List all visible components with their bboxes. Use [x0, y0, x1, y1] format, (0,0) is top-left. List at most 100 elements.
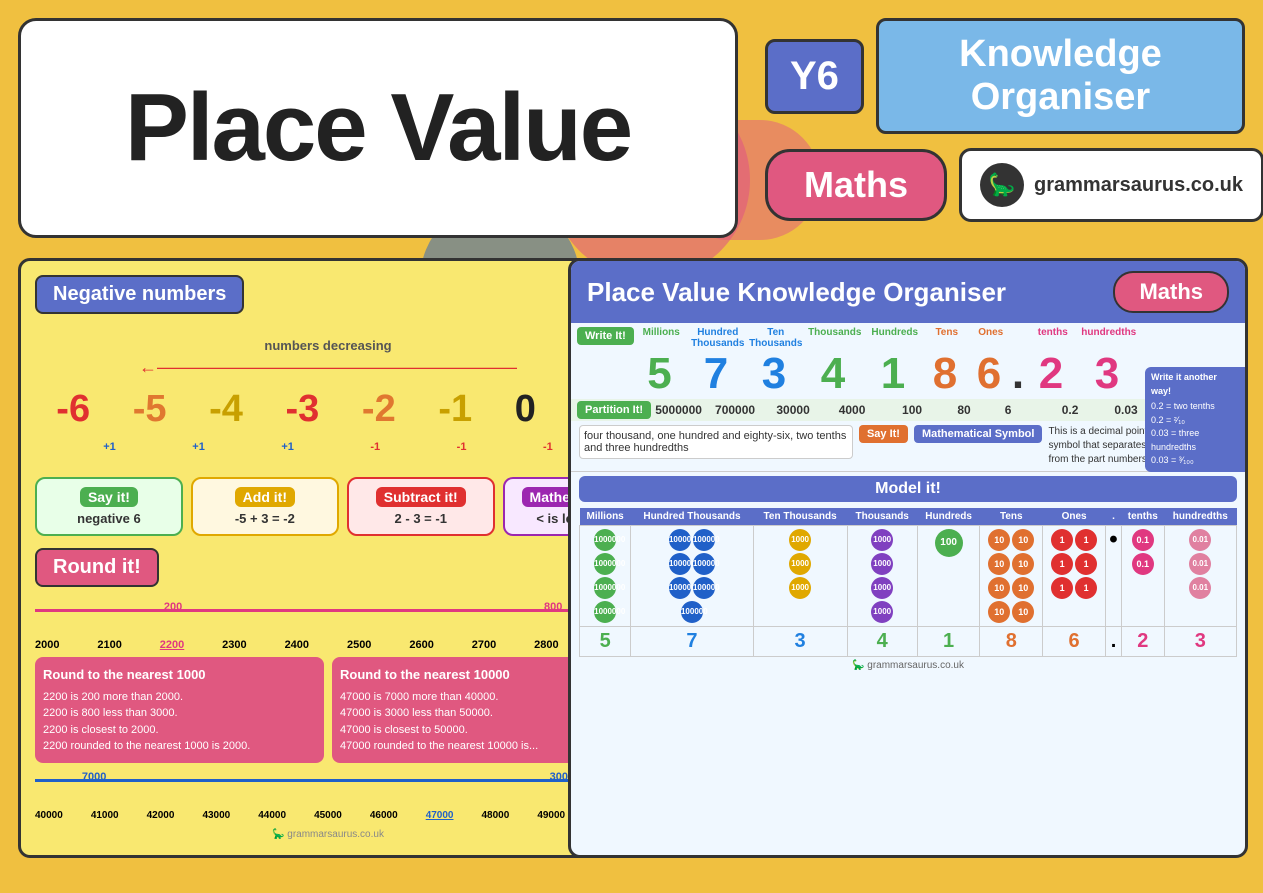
written-number: four thousand, one hundred and eighty-si…: [584, 430, 846, 454]
nl1-line: [35, 609, 621, 612]
say-it-badge: Say It!: [859, 425, 908, 443]
counter-tt1: 1000: [789, 529, 811, 551]
counter-hd2: 0.01: [1189, 553, 1211, 575]
total-4: 4: [847, 627, 917, 657]
pval-4000: 4000: [822, 403, 882, 417]
maths-gramma-row: Maths 🦕 grammarsaurus.co.uk: [765, 148, 1245, 222]
counter-o1: 1: [1051, 529, 1073, 551]
write-another-line4: 0.03 = ³⁄₁₀₀: [1151, 454, 1239, 468]
counter-t5: 10: [988, 577, 1010, 599]
counter-m3: 1000000: [594, 577, 616, 599]
round-1000-line4: 2200 rounded to the nearest 1000 is 2000…: [43, 738, 316, 755]
col-millions: Millions: [634, 327, 689, 349]
counter-ht1: 100000: [669, 529, 691, 551]
cell-millions: 1000000 1000000 1000000 1000000: [580, 526, 631, 627]
nl1-numbers: 20002100 2200 230024002500 2600270028002…: [35, 639, 621, 651]
cell-tenths: 0.1 0.1: [1121, 526, 1164, 627]
counter-m2: 1000000: [594, 553, 616, 575]
num-neg2: -2: [362, 388, 396, 431]
counter-o6: 1: [1075, 577, 1097, 599]
pval-80: 80: [942, 403, 986, 417]
col-ones: Ones: [969, 327, 1013, 349]
col-hundreds: Hundreds: [865, 327, 925, 349]
y6-ko-row: Y6 Knowledge Organiser: [765, 18, 1245, 134]
counter-t8: 10: [1012, 601, 1034, 623]
pval-700000: 700000: [706, 403, 764, 417]
nl2-marker-left: 7000: [82, 771, 106, 783]
num-0: 0: [515, 388, 536, 431]
model-counters-row: 1000000 1000000 1000000 1000000 10000010…: [580, 526, 1237, 627]
digit-6: 6: [967, 349, 1011, 399]
counter-t4: 10: [1012, 553, 1034, 575]
th-hundreds: Hundreds: [917, 508, 979, 526]
total-3: 3: [753, 627, 847, 657]
col-hundredths: hundredths: [1079, 327, 1139, 349]
grammarsaurus-footer-url: grammarsaurus.co.uk: [867, 660, 964, 671]
counter-hd3: 0.01: [1189, 577, 1211, 599]
left-panel: Negative numbers numbers decreasing ←———…: [18, 258, 638, 858]
total-dot: .: [1106, 627, 1122, 657]
col-thousands: Thousands: [805, 327, 865, 349]
left-panel-footer: 🦕 grammarsaurus.co.uk: [35, 829, 621, 840]
cell-thousands: 1000 1000 1000 1000: [847, 526, 917, 627]
round-it-header: Round it!: [35, 548, 159, 587]
digit-3: 3: [745, 349, 803, 399]
digit-3b: 3: [1077, 349, 1137, 399]
write-another-line3: 0.03 = three hundredths: [1151, 427, 1239, 454]
round-1000-line2: 2200 is 800 less than 3000.: [43, 705, 316, 722]
total-5: 5: [580, 627, 631, 657]
counter-tn2: 0.1: [1132, 553, 1154, 575]
num-neg6: -6: [56, 388, 90, 431]
th-tthousands: Ten Thousands: [753, 508, 847, 526]
arrow-left: ←————————————————————: [35, 357, 621, 378]
ko-label: Knowledge Organiser: [876, 18, 1245, 134]
counter-th3: 1000: [871, 577, 893, 599]
counter-tt2: 1000: [789, 553, 811, 575]
counter-t2: 10: [1012, 529, 1034, 551]
counter-t3: 10: [988, 553, 1010, 575]
subtract-it-content: 2 - 3 = -1: [359, 511, 483, 526]
cell-tens: 1010 1010 1010 1010: [980, 526, 1043, 627]
digit-dot: .: [1011, 349, 1025, 399]
main-container: Place Value Y6 Knowledge Organiser Maths…: [0, 0, 1263, 893]
counter-th4: 1000: [871, 601, 893, 623]
right-panel-footer: 🦕 grammarsaurus.co.uk: [579, 657, 1237, 674]
number-line-1: 200 800 20002100 2200 230024002500 26002…: [35, 601, 621, 651]
counter-ht5: 100000: [669, 577, 691, 599]
write-it-badge: Write It!: [577, 327, 634, 345]
big-digits-row: 5 7 3 4 1 8 6 . 2 3: [571, 349, 1245, 399]
round-1000-line3: 2200 is closest to 2000.: [43, 722, 316, 739]
digit-5: 5: [632, 349, 687, 399]
arc-labels: +1+1+1 -1-1-1: [35, 441, 621, 453]
counter-o3: 1: [1051, 553, 1073, 575]
counter-ht6: 100000: [693, 577, 715, 599]
round-1000-title: Round to the nearest 1000: [43, 665, 316, 685]
digit-2: 2: [1025, 349, 1077, 399]
pval-30000: 30000: [764, 403, 822, 417]
nl2-numbers: 400004100042000 430004400045000 46000 47…: [35, 810, 621, 821]
col-hthousands: HundredThousands: [689, 327, 747, 349]
top-right-section: Y6 Knowledge Organiser Maths 🦕 grammarsa…: [765, 18, 1245, 222]
total-7: 7: [631, 627, 753, 657]
total-1: 1: [917, 627, 979, 657]
number-line-2: 7000 3000 400004100042000 43000440004500…: [35, 771, 621, 821]
num-neg4: -4: [209, 388, 243, 431]
math-symbol-badge: Mathematical Symbol: [914, 425, 1042, 443]
cell-hundreds: 100: [917, 526, 979, 627]
say-it-box: Say it! negative 6: [35, 477, 183, 536]
counter-hd1: 0.01: [1189, 529, 1211, 551]
pval-100: 100: [882, 403, 942, 417]
model-table: Millions Hundred Thousands Ten Thousands…: [579, 508, 1237, 657]
right-panel: Place Value Knowledge Organiser Maths Wr…: [568, 258, 1248, 858]
round-1000-box: Round to the nearest 1000 2200 is 200 mo…: [35, 657, 324, 763]
model-it-header: Model it!: [579, 476, 1237, 502]
cell-hthousands: 100000100000 100000100000 100000100000 1…: [631, 526, 753, 627]
pval-6: 6: [986, 403, 1030, 417]
say-math-row: four thousand, one hundred and eighty-si…: [571, 421, 1245, 472]
th-millions: Millions: [580, 508, 631, 526]
total-6: 6: [1043, 627, 1106, 657]
counter-ht7: 100000: [681, 601, 703, 623]
negative-numbers-header: Negative numbers: [35, 275, 244, 314]
title-banner: Place Value: [18, 18, 738, 238]
counter-ht2: 100000: [693, 529, 715, 551]
